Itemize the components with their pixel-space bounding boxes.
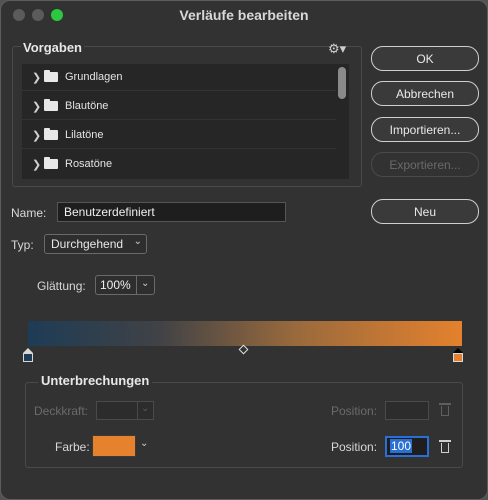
midpoint-diamond-icon[interactable] (238, 344, 249, 355)
list-item-label: Blautöne (65, 100, 109, 112)
color-position-input[interactable]: 100 (385, 436, 429, 457)
folder-icon (44, 157, 58, 169)
color-label: Farbe: (55, 440, 90, 454)
list-item-label: Lilatöne (65, 129, 104, 141)
list-item-label: Rosatöne (65, 158, 113, 170)
ok-button[interactable]: OK (371, 46, 479, 71)
divider (136, 276, 137, 294)
chevron-right-icon[interactable]: ❯ (32, 71, 41, 84)
smoothing-value[interactable]: 100% (100, 278, 131, 292)
trash-icon[interactable] (439, 440, 451, 454)
name-input[interactable]: Benutzerdefiniert (57, 202, 286, 222)
list-item[interactable]: ❯ Blautöne (22, 93, 336, 120)
folder-icon (44, 128, 58, 140)
folder-icon (44, 70, 58, 82)
chevron-right-icon[interactable]: ❯ (32, 158, 41, 171)
name-label: Name: (11, 206, 47, 220)
gradient-editor-dialog: Verläufe bearbeiten Vorgaben ⚙▾ ❯ Grundl… (0, 0, 488, 500)
chevron-down-icon: ⌄ (133, 236, 142, 247)
trash-icon[interactable] (439, 403, 451, 417)
type-value: Durchgehend (51, 237, 124, 251)
gear-icon[interactable]: ⚙▾ (328, 41, 346, 56)
color-swatch[interactable] (92, 435, 136, 457)
color-position-label: Position: (331, 440, 378, 454)
presets-scrollbar[interactable] (338, 67, 346, 99)
opacity-position-label: Position: (331, 404, 378, 418)
breaks-label: Unterbrechungen (38, 373, 153, 388)
color-position-value: 100 (390, 439, 413, 453)
opacity-position-field[interactable] (385, 401, 429, 420)
smoothing-label: Glättung: (37, 279, 86, 293)
chevron-down-icon[interactable]: ⌄ (141, 278, 149, 289)
divider (137, 402, 138, 419)
color-stop-right[interactable] (453, 348, 463, 362)
opacity-label: Deckkraft: (34, 404, 89, 418)
smoothing-field[interactable]: 100% ⌄ (95, 275, 155, 295)
window-title: Verläufe bearbeiten (179, 7, 309, 23)
stop-swatch (453, 353, 463, 362)
list-item-label: Grundlagen (65, 71, 123, 83)
cancel-button[interactable]: Abbrechen (371, 81, 479, 106)
type-select[interactable]: Durchgehend ⌄ (44, 234, 147, 254)
list-item[interactable]: ❯ Grundlagen (22, 64, 336, 91)
presets-list: ❯ Grundlagen ❯ Blautöne ❯ Lilatöne ❯ Ros… (22, 64, 349, 179)
list-item[interactable]: ❯ Rosatöne (22, 151, 336, 178)
opacity-field[interactable]: ⌄ (96, 401, 154, 420)
list-item[interactable]: ❯ Lilatöne (22, 122, 336, 149)
stop-swatch (23, 353, 33, 362)
presets-label: Vorgaben (21, 40, 84, 55)
new-button[interactable]: Neu (371, 199, 479, 224)
import-button[interactable]: Importieren... (371, 117, 479, 142)
chevron-right-icon[interactable]: ❯ (32, 129, 41, 142)
chevron-down-icon[interactable]: ⌄ (140, 438, 148, 449)
gradient-bar[interactable] (28, 321, 462, 346)
chevron-right-icon[interactable]: ❯ (32, 100, 41, 113)
chevron-down-icon: ⌄ (141, 403, 150, 414)
title-bar: Verläufe bearbeiten (1, 1, 487, 29)
type-label: Typ: (11, 238, 34, 252)
folder-icon (44, 99, 58, 111)
export-button[interactable]: Exportieren... (371, 152, 479, 177)
color-stop-left[interactable] (23, 348, 33, 362)
